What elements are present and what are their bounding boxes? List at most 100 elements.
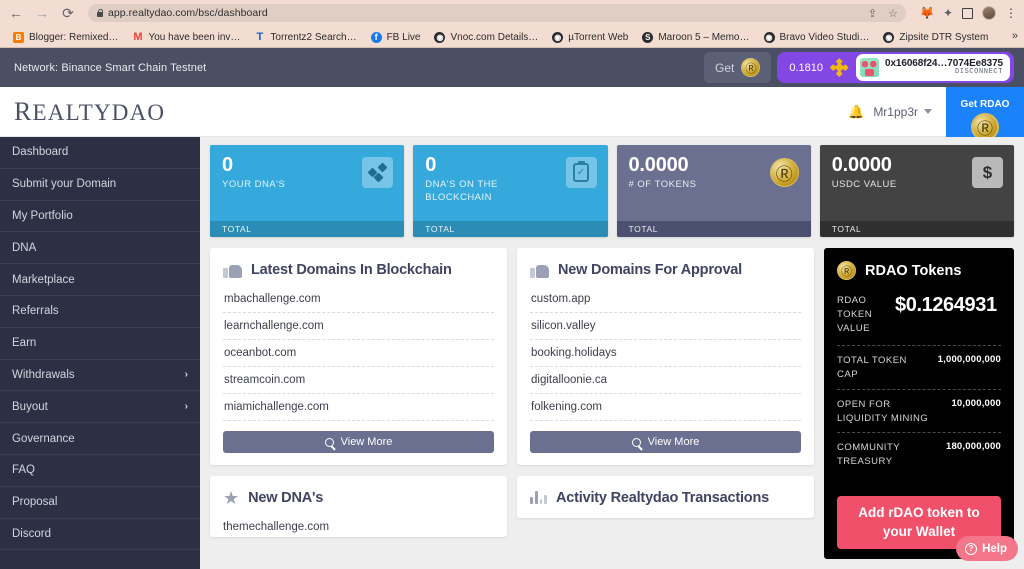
list-item[interactable]: themechallenge.com <box>223 514 494 533</box>
sidebar-item-proposal[interactable]: Proposal <box>0 487 200 519</box>
sidebar-item-label: Discord <box>12 527 51 540</box>
chevron-down-icon[interactable] <box>924 109 932 114</box>
globe-icon: ◉ <box>434 31 446 43</box>
bookmark-item[interactable]: f FB Live <box>364 31 428 43</box>
get-label: Get <box>714 60 735 75</box>
get-token-button[interactable]: Get Ⓡ <box>703 52 772 83</box>
url-text: app.realtydao.com/bsc/dashboard <box>108 7 268 19</box>
thumbs-up-icon <box>530 262 549 279</box>
bookmark-item[interactable]: S Maroon 5 – Memo… <box>635 31 756 43</box>
list-item[interactable]: miamichallenge.com <box>223 394 494 422</box>
stat-card-number-of-tokens: 0.0000 # OF TOKENS Ⓡ TOTAL <box>616 145 811 237</box>
sidebar-item-faq[interactable]: FAQ <box>0 455 200 487</box>
extensions-icon[interactable]: ✦ <box>943 6 953 20</box>
bookmark-item[interactable]: ◉ µTorrent Web <box>545 31 635 43</box>
sidebar-item-referrals[interactable]: Referrals <box>0 296 200 328</box>
balance-value: 0.1810 <box>789 61 823 74</box>
logo-text: EALTYDAO <box>32 99 166 125</box>
bookmark-item[interactable]: ◉ Vnoc.com Details… <box>427 31 545 43</box>
reload-icon[interactable]: ⟳ <box>60 5 76 21</box>
globe-icon: ◉ <box>763 31 775 43</box>
bookmark-item[interactable]: B Blogger: Remixed… <box>6 31 125 43</box>
browser-toolbar-icons: 🦊 ✦ ⋮ <box>916 6 1017 20</box>
panel-title: New DNA's <box>248 490 324 507</box>
notifications-bell-icon[interactable]: 🔔 <box>848 104 864 120</box>
sidebar-item-submit-your-domain[interactable]: Submit your Domain <box>0 169 200 201</box>
token-stat-key: COMMUNITY TREASURY <box>837 442 900 468</box>
list-item[interactable]: custom.app <box>530 286 801 314</box>
panel-new-domains-for-approval: New Domains For Approval custom.app sili… <box>517 248 814 466</box>
binance-icon <box>830 58 849 77</box>
chrome-menu-icon[interactable]: ⋮ <box>1005 6 1017 20</box>
gmail-icon: M <box>133 31 143 43</box>
sidebar-item-label: Marketplace <box>12 273 75 286</box>
search-icon <box>631 437 641 447</box>
chevron-right-icon: › <box>184 401 188 413</box>
sidebar-item-discord[interactable]: Discord <box>0 519 200 551</box>
stat-label: USDC VALUE <box>831 179 897 190</box>
rdao-coin-icon: Ⓡ <box>837 261 856 280</box>
sidebar-item-buyout[interactable]: Buyout › <box>0 391 200 424</box>
view-more-button[interactable]: View More <box>223 431 494 454</box>
wallet-address-box[interactable]: 0x16068f24…7074Ee8375 DISCONNECT <box>855 54 1010 81</box>
list-item[interactable]: folkening.com <box>530 394 801 422</box>
view-more-button[interactable]: View More <box>530 431 801 454</box>
bookmark-item[interactable]: M You have been inv… <box>125 31 247 43</box>
bookmark-label: Blogger: Remixed… <box>29 31 119 43</box>
bookmark-item[interactable]: T Torrentz2 Search… <box>247 31 363 43</box>
bookmarks-overflow-icon[interactable]: » <box>1012 30 1018 42</box>
profile-avatar[interactable] <box>982 6 996 20</box>
browser-nav-row: ← → ⟳ app.realtydao.com/bsc/dashboard ⇪ … <box>0 0 1024 26</box>
stat-footer: TOTAL <box>210 221 405 237</box>
user-menu-label[interactable]: Mr1pp3r <box>873 105 918 119</box>
bar-chart-icon <box>530 489 547 505</box>
sidebar-item-dna[interactable]: DNA <box>0 232 200 265</box>
view-more-label: View More <box>340 436 393 449</box>
dna-icon <box>362 157 394 188</box>
sidebar-item-my-portfolio[interactable]: My Portfolio <box>0 201 200 233</box>
question-circle-icon: ? <box>965 542 978 555</box>
lock-icon <box>96 9 104 18</box>
address-bar[interactable]: app.realtydao.com/bsc/dashboard ⇪ ☆ <box>88 4 906 22</box>
logo[interactable]: REALTYDAO <box>0 97 165 127</box>
globe-icon: ◉ <box>883 31 895 43</box>
disconnect-label[interactable]: DISCONNECT <box>955 68 1003 76</box>
back-button[interactable]: ← <box>8 5 24 21</box>
help-button[interactable]: ? Help <box>956 536 1018 561</box>
list-item[interactable]: silicon.valley <box>530 313 801 341</box>
list-item[interactable]: mbachallenge.com <box>223 286 494 314</box>
star-icon: ★ <box>223 488 240 509</box>
sidebar-item-label: Withdrawals <box>12 368 75 381</box>
bookmark-item[interactable]: ◉ Zipsite DTR System <box>876 31 995 43</box>
list-item[interactable]: streamcoin.com <box>223 367 494 395</box>
facebook-icon: f <box>370 31 382 43</box>
sidebar-item-marketplace[interactable]: Marketplace <box>0 264 200 296</box>
side-panel-icon[interactable] <box>962 7 973 19</box>
help-label: Help <box>982 542 1007 555</box>
list-item[interactable]: learnchallenge.com <box>223 313 494 341</box>
token-stat-key: OPEN FOR LIQUIDITY MINING <box>837 398 929 424</box>
sidebar-item-dashboard[interactable]: Dashboard <box>0 137 200 169</box>
wallet-balance-pill[interactable]: 0.1810 0x16068f24…7074Ee8375 DISCONNECT <box>777 52 1014 83</box>
panel-title: Activity Realtydao Transactions <box>556 490 769 507</box>
stat-footer: TOTAL <box>616 221 811 237</box>
forward-button[interactable]: → <box>34 5 50 21</box>
list-item[interactable]: booking.holidays <box>530 340 801 368</box>
bottom-panels-row: ★ New DNA's themechallenge.com Activity … <box>210 476 814 538</box>
bookmark-label: Zipsite DTR System <box>899 31 989 43</box>
sidebar-item-earn[interactable]: Earn <box>0 328 200 360</box>
list-item[interactable]: oceanbot.com <box>223 340 494 368</box>
sidebar-item-withdrawals[interactable]: Withdrawals › <box>0 360 200 392</box>
stat-label: # OF TOKENS <box>628 179 697 190</box>
rdao-coin-icon: Ⓡ <box>741 58 761 77</box>
sidebar-item-governance[interactable]: Governance <box>0 423 200 455</box>
bookmark-star-icon[interactable]: ☆ <box>888 7 898 20</box>
right-rail: Ⓡ RDAO Tokens RDAO TOKEN VALUE $0.126493… <box>824 248 1014 559</box>
bookmark-label: Maroon 5 – Memo… <box>658 31 750 43</box>
stat-footer: TOTAL <box>819 221 1014 237</box>
list-item[interactable]: digitalloonie.ca <box>530 367 801 395</box>
metamask-icon[interactable]: 🦊 <box>919 7 934 20</box>
globe-icon: ◉ <box>552 31 564 43</box>
share-icon[interactable]: ⇪ <box>868 7 877 20</box>
bookmark-item[interactable]: ◉ Bravo Video Studi… <box>757 31 877 43</box>
